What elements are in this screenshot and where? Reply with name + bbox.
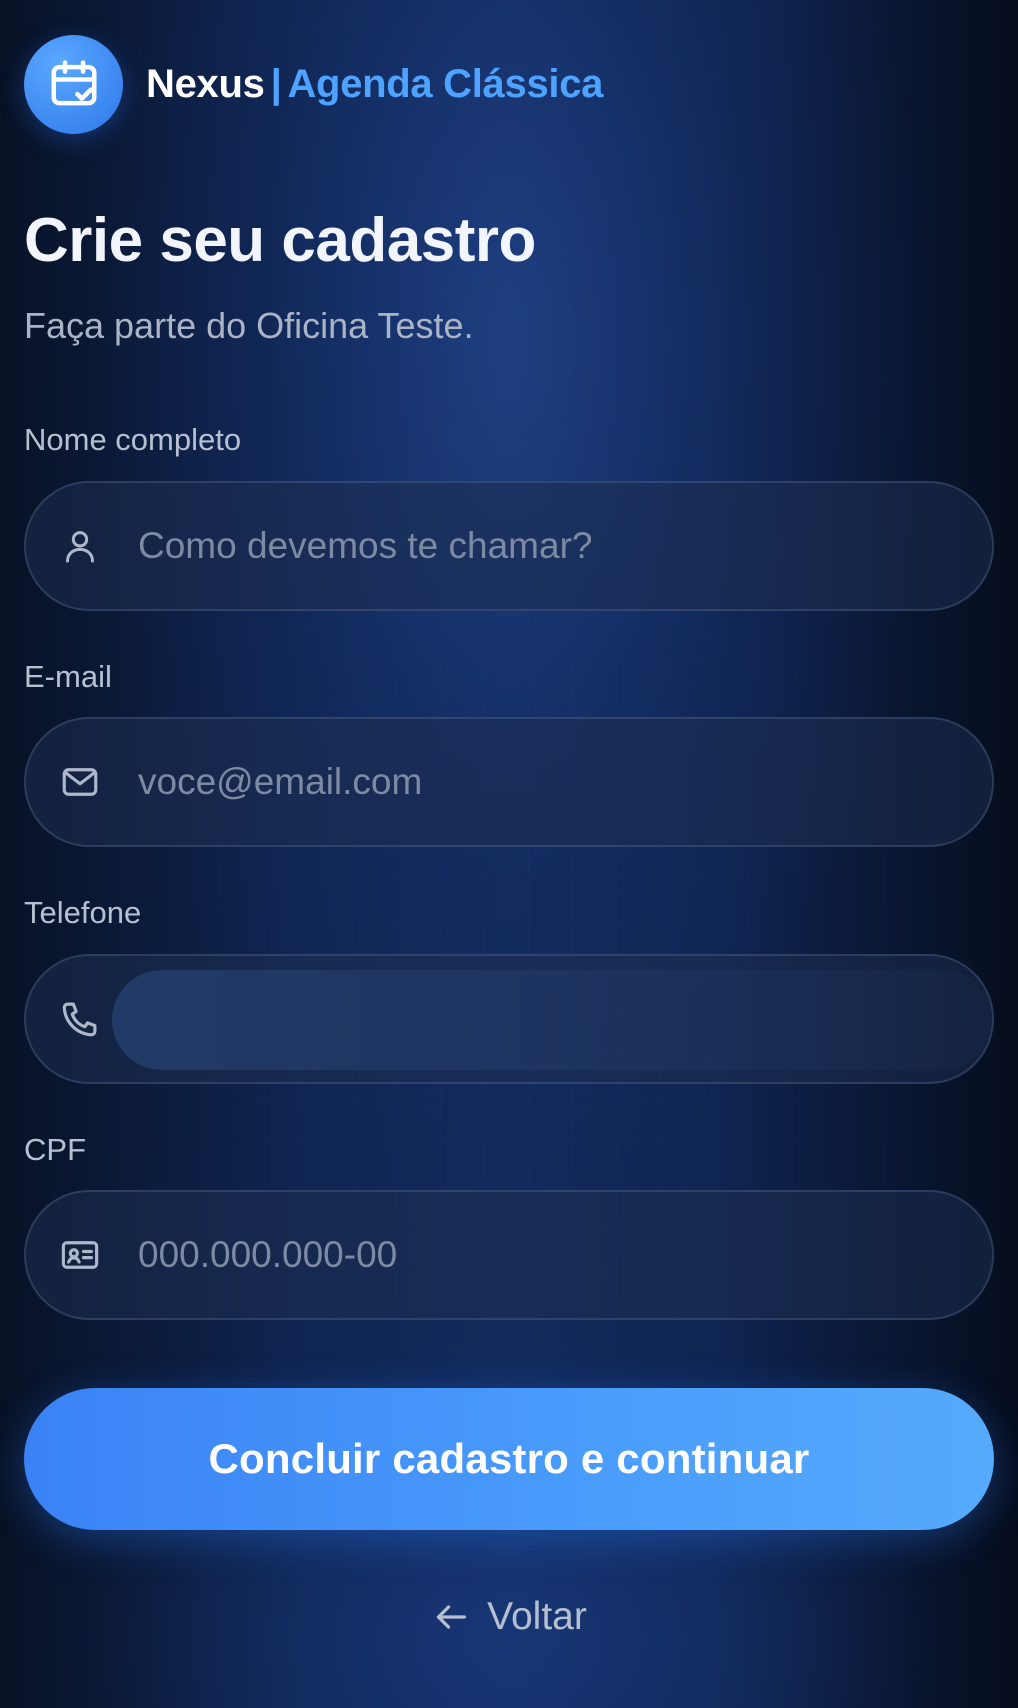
- user-icon: [52, 518, 108, 574]
- app-logo: [24, 34, 123, 134]
- page-title: Crie seu cadastro: [24, 206, 536, 275]
- email-input[interactable]: voce@email.com: [138, 761, 422, 803]
- brand-separator: |: [270, 61, 282, 106]
- brand-title: Nexus | Agenda Clássica: [146, 62, 603, 107]
- calendar-check-icon: [51, 60, 96, 106]
- mail-icon: [52, 754, 108, 810]
- back-link-label: Voltar: [487, 1595, 587, 1638]
- cpf-field[interactable]: 000.000.000-00: [24, 1190, 994, 1320]
- page-subtitle: Faça parte do Oficina Teste.: [24, 305, 474, 346]
- submit-button[interactable]: Concluir cadastro e continuar: [24, 1388, 994, 1530]
- name-label: Nome completo: [24, 422, 242, 457]
- email-label: E-mail: [24, 659, 112, 694]
- id-card-icon: [52, 1227, 108, 1283]
- cpf-label: CPF: [24, 1132, 86, 1167]
- submit-button-label: Concluir cadastro e continuar: [208, 1435, 810, 1482]
- phone-input-highlight: [112, 970, 992, 1070]
- name-input[interactable]: Como devemos te chamar?: [138, 525, 592, 567]
- product-name: Agenda Clássica: [287, 61, 604, 106]
- arrow-left-icon: [431, 1597, 471, 1637]
- phone-icon: [52, 991, 108, 1047]
- phone-field[interactable]: [24, 954, 994, 1084]
- email-field[interactable]: voce@email.com: [24, 717, 994, 847]
- name-field[interactable]: Como devemos te chamar?: [24, 481, 994, 611]
- brand-name: Nexus: [146, 61, 265, 106]
- cpf-input[interactable]: 000.000.000-00: [138, 1234, 397, 1276]
- phone-label: Telefone: [24, 895, 142, 930]
- back-link[interactable]: Voltar: [0, 1595, 1018, 1639]
- app-header: Nexus | Agenda Clássica: [24, 34, 603, 134]
